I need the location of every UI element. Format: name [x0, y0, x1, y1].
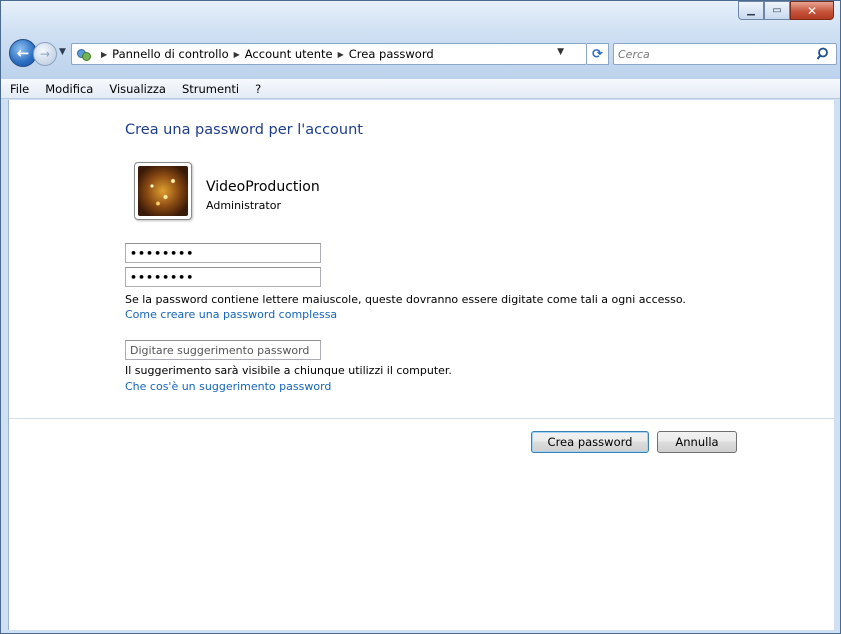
minimize-icon: ▁ [747, 5, 755, 16]
divider [9, 418, 835, 419]
hint-visibility-note: Il suggerimento sarà visibile a chiunque… [125, 364, 452, 377]
password-hint-link[interactable]: Che cos'è un suggerimento password [125, 380, 331, 393]
user-picture-icon [138, 166, 188, 216]
breadcrumb-pannello[interactable]: Pannello di controllo [112, 47, 228, 61]
menu-bar: File Modifica Visualizza Strumenti ? [1, 79, 840, 99]
cancel-button[interactable]: Annulla [657, 431, 737, 453]
minimize-button[interactable]: ▁ [738, 1, 764, 20]
strong-password-link[interactable]: Come creare una password complessa [125, 308, 337, 321]
back-arrow-icon: ← [16, 44, 30, 62]
password-hint-placeholder: Digitare suggerimento password [130, 343, 310, 357]
password-mask: •••••••• [130, 246, 195, 260]
maximize-icon: ▭ [772, 5, 782, 16]
refresh-icon: ⟳ [592, 46, 603, 62]
forward-button[interactable]: → [33, 42, 57, 66]
avatar [134, 162, 192, 220]
search-input[interactable] [618, 47, 808, 61]
confirm-password-mask: •••••••• [130, 270, 195, 284]
search-icon[interactable] [816, 46, 832, 62]
navigation-bar: ← → ▼ ▶ Pannello di controllo ▶ Account … [7, 37, 837, 73]
breadcrumb-separator-icon[interactable]: ▶ [101, 50, 107, 59]
case-sensitivity-note: Se la password contiene lettere maiuscol… [125, 293, 686, 306]
refresh-button[interactable]: ⟳ [587, 43, 609, 65]
user-name: VideoProduction [206, 179, 320, 195]
password-hint-field[interactable]: Digitare suggerimento password [125, 340, 321, 360]
main-content: Crea una password per l'account VideoPro… [8, 100, 835, 630]
forward-arrow-icon: → [39, 47, 51, 61]
title-bar: ▁ ▭ ✕ ← → ▼ ▶ Pannello di controllo ▶ Ac… [1, 1, 840, 79]
new-password-field[interactable]: •••••••• [125, 243, 321, 263]
window: ▁ ▭ ✕ ← → ▼ ▶ Pannello di controllo ▶ Ac… [0, 0, 841, 634]
maximize-button[interactable]: ▭ [764, 1, 790, 20]
close-icon: ✕ [806, 3, 818, 18]
menu-file[interactable]: File [7, 81, 32, 97]
create-password-button[interactable]: Crea password [531, 431, 649, 453]
caption-buttons: ▁ ▭ ✕ [738, 1, 834, 21]
address-bar[interactable]: ▶ Pannello di controllo ▶ Account utente… [71, 43, 587, 65]
close-button[interactable]: ✕ [790, 1, 834, 20]
breadcrumb-account[interactable]: Account utente [245, 47, 333, 61]
menu-modifica[interactable]: Modifica [42, 81, 96, 97]
address-dropdown-icon[interactable]: ▼ [557, 47, 564, 57]
page-title: Crea una password per l'account [125, 122, 363, 138]
history-dropdown-icon[interactable]: ▼ [59, 47, 66, 57]
menu-visualizza[interactable]: Visualizza [106, 81, 169, 97]
breadcrumb-separator-icon[interactable]: ▶ [234, 50, 240, 59]
user-role: Administrator [206, 199, 281, 212]
breadcrumb-crea-password[interactable]: Crea password [349, 47, 434, 61]
breadcrumb-separator-icon[interactable]: ▶ [338, 50, 344, 59]
confirm-password-field[interactable]: •••••••• [125, 267, 321, 287]
menu-help[interactable]: ? [252, 81, 264, 97]
user-accounts-icon [76, 46, 92, 62]
menu-strumenti[interactable]: Strumenti [179, 81, 242, 97]
search-box[interactable] [613, 43, 837, 65]
